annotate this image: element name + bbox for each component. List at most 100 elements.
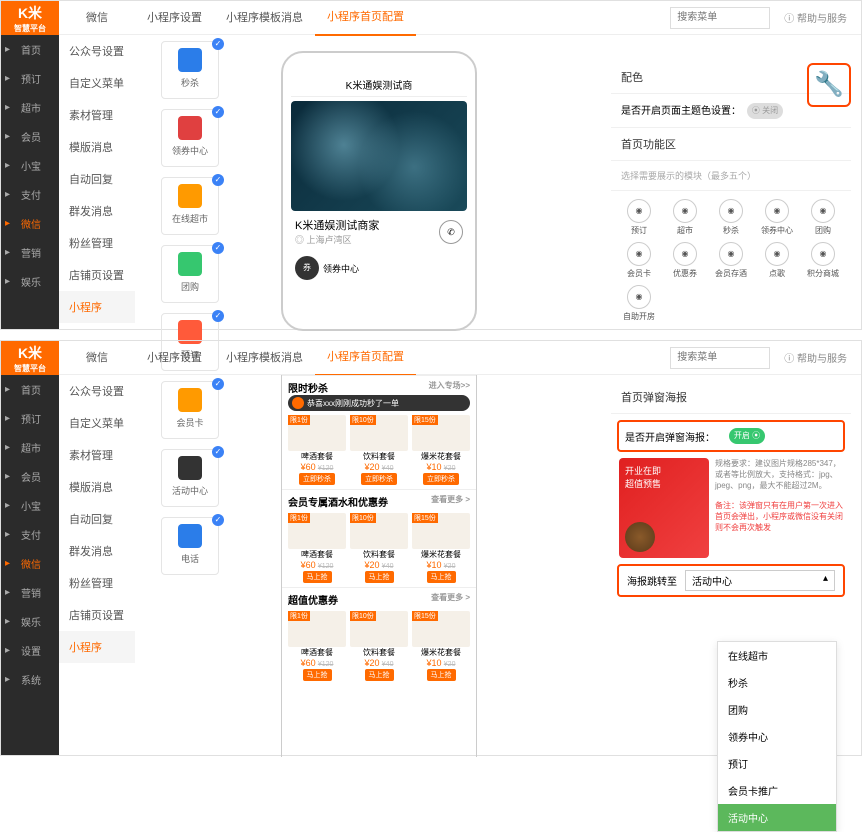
nav-营销[interactable]: ▸营销 — [1, 578, 59, 607]
call-icon[interactable]: ✆ — [439, 220, 463, 244]
func-会员卡[interactable]: ◉会员卡 — [619, 242, 659, 279]
submenu-模版消息[interactable]: 模版消息 — [59, 471, 135, 503]
buy-button[interactable]: 马上抢 — [303, 669, 332, 681]
submenu-自定义菜单[interactable]: 自定义菜单 — [59, 67, 135, 99]
option-秒杀[interactable]: 秒杀 — [718, 669, 836, 696]
func-领券中心[interactable]: ◉领券中心 — [757, 199, 797, 236]
nav-娱乐[interactable]: ▸娱乐 — [1, 267, 59, 296]
nav-超市[interactable]: ▸超市 — [1, 433, 59, 462]
product-card[interactable]: 限1份啤酒套餐¥60 ¥120立即秒杀 — [288, 415, 346, 485]
nav-会员[interactable]: ▸会员 — [1, 122, 59, 151]
nav-娱乐[interactable]: ▸娱乐 — [1, 607, 59, 636]
help-link[interactable]: ⓘ 帮助与服务 — [784, 350, 847, 365]
buy-button[interactable]: 立即秒杀 — [423, 473, 459, 485]
buy-button[interactable]: 马上抢 — [365, 669, 394, 681]
tab-小程序首页配置[interactable]: 小程序首页配置 — [315, 340, 416, 376]
product-card[interactable]: 限15份爆米花套餐¥10 ¥20立即秒杀 — [412, 415, 470, 485]
nav-微信[interactable]: ▸微信 — [1, 209, 59, 238]
nav-设置[interactable]: ▸设置 — [1, 636, 59, 665]
submenu-店铺页设置[interactable]: 店铺页设置 — [59, 259, 135, 291]
module-活动中心[interactable]: ✓活动中心 — [161, 449, 219, 507]
buy-button[interactable]: 马上抢 — [303, 571, 332, 583]
submenu-群发消息[interactable]: 群发消息 — [59, 535, 135, 567]
nav-首页[interactable]: ▸首页 — [1, 35, 59, 64]
tab-小程序首页配置[interactable]: 小程序首页配置 — [315, 0, 416, 36]
search-input[interactable] — [670, 347, 770, 369]
submenu-小程序[interactable]: 小程序 — [59, 631, 135, 663]
nav-超市[interactable]: ▸超市 — [1, 93, 59, 122]
func-点歌[interactable]: ◉点歌 — [757, 242, 797, 279]
theme-toggle[interactable]: ⦿ 关闭 — [747, 103, 783, 119]
tab-小程序模板消息[interactable]: 小程序模板消息 — [214, 1, 315, 35]
func-团购[interactable]: ◉团购 — [803, 199, 843, 236]
product-card[interactable]: 限10份饮料套餐¥20 ¥40马上抢 — [350, 513, 408, 583]
submenu-店铺页设置[interactable]: 店铺页设置 — [59, 599, 135, 631]
popup-toggle[interactable]: 开启 ⦿ — [729, 428, 765, 444]
buy-button[interactable]: 马上抢 — [365, 571, 394, 583]
nav-支付[interactable]: ▸支付 — [1, 520, 59, 549]
buy-button[interactable]: 马上抢 — [427, 571, 456, 583]
nav-首页[interactable]: ▸首页 — [1, 375, 59, 404]
func-超市[interactable]: ◉超市 — [665, 199, 705, 236]
tab-微信[interactable]: 微信 — [59, 1, 135, 35]
buy-button[interactable]: 马上抢 — [427, 669, 456, 681]
option-团购[interactable]: 团购 — [718, 696, 836, 723]
module-秒杀[interactable]: ✓秒杀 — [161, 41, 219, 99]
submenu-模版消息[interactable]: 模版消息 — [59, 131, 135, 163]
submenu-公众号设置[interactable]: 公众号设置 — [59, 375, 135, 407]
nav-会员[interactable]: ▸会员 — [1, 462, 59, 491]
submenu-自动回复[interactable]: 自动回复 — [59, 163, 135, 195]
submenu-粉丝管理[interactable]: 粉丝管理 — [59, 227, 135, 259]
buy-button[interactable]: 立即秒杀 — [361, 473, 397, 485]
tab-小程序设置[interactable]: 小程序设置 — [135, 1, 214, 35]
more-link[interactable]: 查看更多 > — [431, 494, 470, 509]
buy-button[interactable]: 立即秒杀 — [299, 473, 335, 485]
product-card[interactable]: 限15份爆米花套餐¥10 ¥20马上抢 — [412, 611, 470, 681]
coupon-icon[interactable]: 券 — [295, 256, 319, 280]
help-link[interactable]: ⓘ 帮助与服务 — [784, 10, 847, 25]
submenu-小程序[interactable]: 小程序 — [59, 291, 135, 323]
module-电话[interactable]: ✓电话 — [161, 517, 219, 575]
nav-小宝[interactable]: ▸小宝 — [1, 491, 59, 520]
nav-微信[interactable]: ▸微信 — [1, 549, 59, 578]
func-优惠券[interactable]: ◉优惠券 — [665, 242, 705, 279]
nav-小宝[interactable]: ▸小宝 — [1, 151, 59, 180]
poster-image[interactable]: 开业在即超值预售 — [619, 458, 709, 558]
module-领券中心[interactable]: ✓领券中心 — [161, 109, 219, 167]
search-input[interactable] — [670, 7, 770, 29]
option-会员卡推广[interactable]: 会员卡推广 — [718, 777, 836, 804]
product-card[interactable]: 限10份饮料套餐¥20 ¥40马上抢 — [350, 611, 408, 681]
submenu-群发消息[interactable]: 群发消息 — [59, 195, 135, 227]
module-在线超市[interactable]: ✓在线超市 — [161, 177, 219, 235]
submenu-自定义菜单[interactable]: 自定义菜单 — [59, 407, 135, 439]
option-活动中心[interactable]: 活动中心 — [718, 804, 836, 831]
submenu-公众号设置[interactable]: 公众号设置 — [59, 35, 135, 67]
func-自助开房[interactable]: ◉自助开房 — [619, 285, 659, 322]
nav-支付[interactable]: ▸支付 — [1, 180, 59, 209]
product-card[interactable]: 限15份爆米花套餐¥10 ¥20马上抢 — [412, 513, 470, 583]
more-link[interactable]: 进入专场>> — [429, 380, 470, 395]
func-积分商城[interactable]: ◉积分商城 — [803, 242, 843, 279]
product-card[interactable]: 限1份啤酒套餐¥60 ¥120马上抢 — [288, 611, 346, 681]
func-会员存酒[interactable]: ◉会员存酒 — [711, 242, 751, 279]
more-link[interactable]: 查看更多 > — [431, 592, 470, 607]
product-card[interactable]: 限1份啤酒套餐¥60 ¥120马上抢 — [288, 513, 346, 583]
func-秒杀[interactable]: ◉秒杀 — [711, 199, 751, 236]
module-会员卡[interactable]: ✓会员卡 — [161, 381, 219, 439]
submenu-自动回复[interactable]: 自动回复 — [59, 503, 135, 535]
submenu-粉丝管理[interactable]: 粉丝管理 — [59, 567, 135, 599]
func-预订[interactable]: ◉预订 — [619, 199, 659, 236]
option-领券中心[interactable]: 领券中心 — [718, 723, 836, 750]
tab-微信[interactable]: 微信 — [59, 341, 135, 375]
submenu-素材管理[interactable]: 素材管理 — [59, 99, 135, 131]
tab-小程序设置[interactable]: 小程序设置 — [135, 341, 214, 375]
module-团购[interactable]: ✓团购 — [161, 245, 219, 303]
nav-系统[interactable]: ▸系统 — [1, 665, 59, 694]
submenu-素材管理[interactable]: 素材管理 — [59, 439, 135, 471]
nav-营销[interactable]: ▸营销 — [1, 238, 59, 267]
product-card[interactable]: 限10份饮料套餐¥20 ¥40立即秒杀 — [350, 415, 408, 485]
tab-小程序模板消息[interactable]: 小程序模板消息 — [214, 341, 315, 375]
nav-预订[interactable]: ▸预订 — [1, 404, 59, 433]
jump-select[interactable]: 活动中心▴ — [685, 570, 835, 591]
nav-预订[interactable]: ▸预订 — [1, 64, 59, 93]
